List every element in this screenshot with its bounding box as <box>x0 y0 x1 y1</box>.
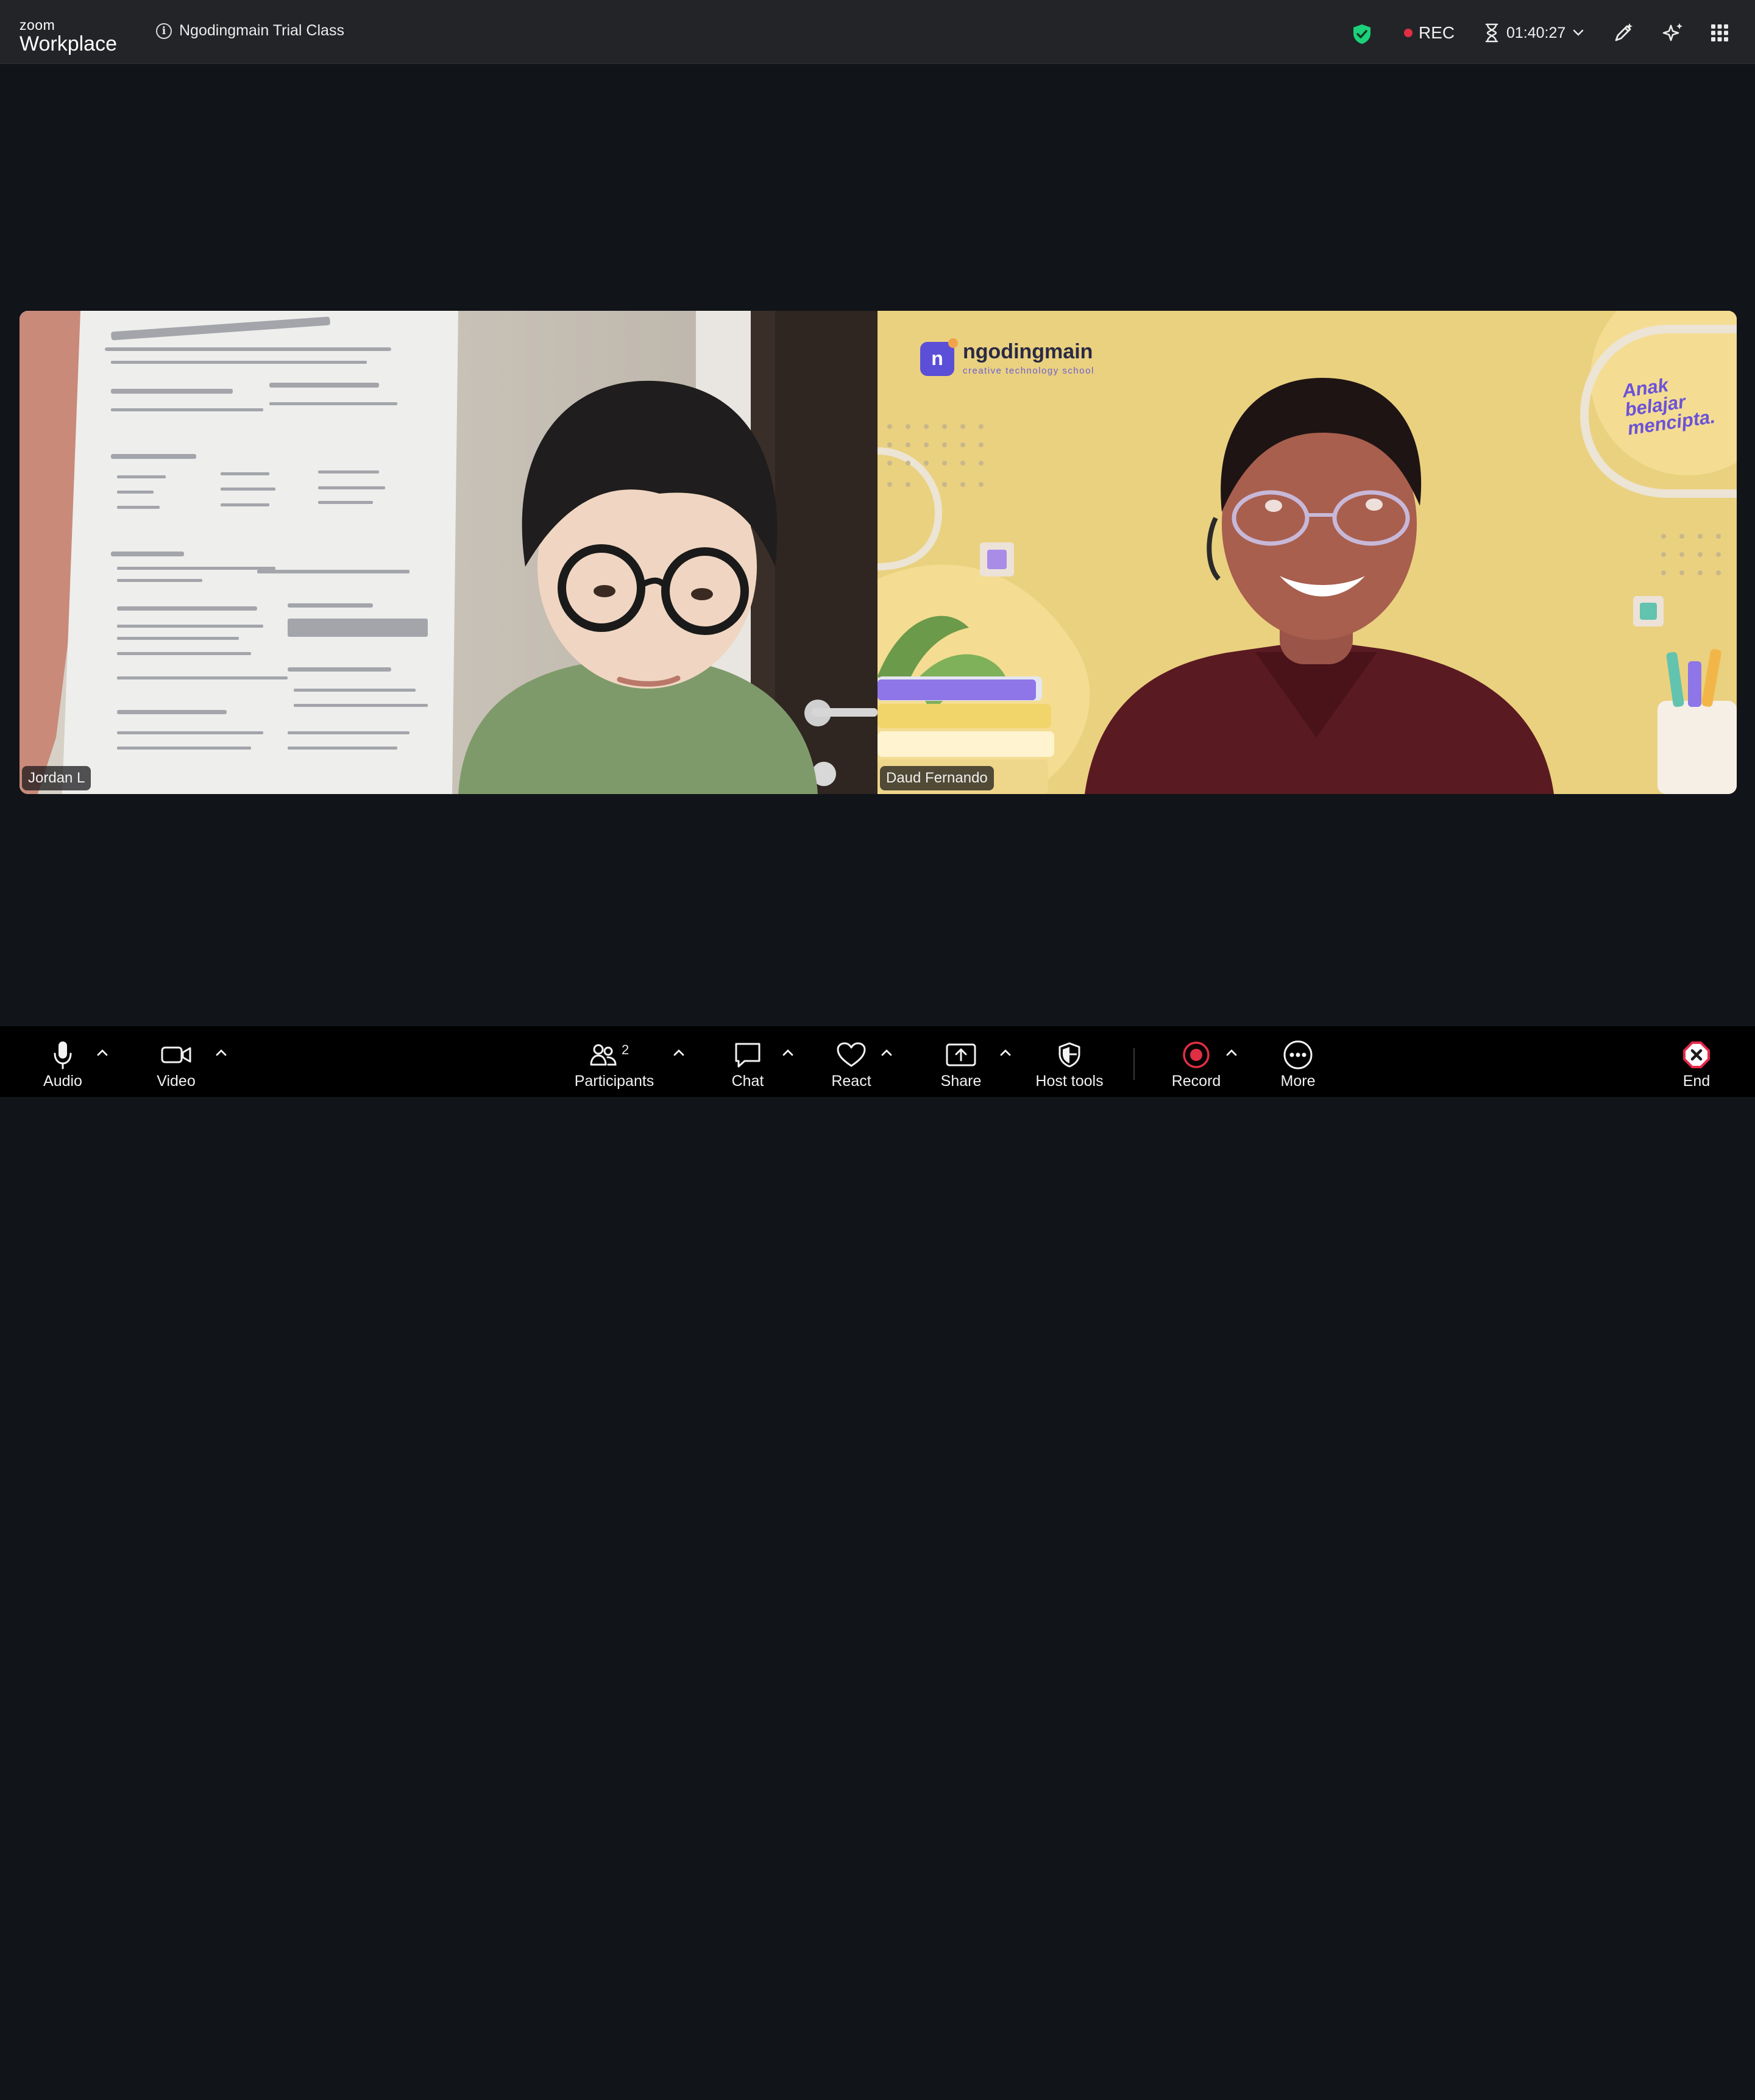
microphone-icon <box>54 1041 72 1070</box>
participant-name-jordan: Jordan L <box>22 766 91 790</box>
recording-dot-icon <box>1404 29 1413 37</box>
react-button[interactable]: React <box>806 1038 897 1090</box>
rec-label: REC <box>1419 23 1455 42</box>
recording-indicator[interactable]: REC <box>1404 23 1455 43</box>
host-tools-button[interactable]: Host tools <box>1024 1038 1115 1090</box>
end-meeting-button[interactable]: End <box>1651 1038 1742 1090</box>
participant-name-daud: Daud Fernando <box>880 766 994 790</box>
apps-grid-icon[interactable] <box>1711 24 1728 44</box>
timer-value: 01:40:27 <box>1506 24 1566 41</box>
chat-button[interactable]: Chat <box>702 1038 793 1090</box>
record-button[interactable]: Record <box>1150 1038 1242 1090</box>
participants-button[interactable]: 2 Participants <box>569 1038 660 1090</box>
top-bar: zoom Workplace i Ngodingmain Trial Class… <box>0 0 1755 64</box>
end-call-icon <box>1683 1041 1710 1068</box>
meeting-title: Ngodingmain Trial Class <box>179 22 344 39</box>
info-icon[interactable]: i <box>156 23 172 39</box>
background-slogan: Anak belajar mencipta. <box>1621 369 1717 439</box>
more-ellipsis-icon <box>1283 1040 1313 1070</box>
share-label: Share <box>940 1073 982 1090</box>
participants-icon <box>590 1044 617 1066</box>
share-options-chevron-up-icon[interactable] <box>999 1048 1012 1057</box>
chat-bubble-icon <box>735 1043 760 1068</box>
video-label: Video <box>157 1073 196 1090</box>
chat-label: Chat <box>731 1073 764 1090</box>
end-label: End <box>1682 1073 1711 1090</box>
host-shield-icon <box>1058 1042 1080 1068</box>
record-label: Record <box>1171 1073 1221 1090</box>
video-camera-icon <box>161 1046 191 1063</box>
chat-options-chevron-up-icon[interactable] <box>782 1048 794 1057</box>
toolbar-divider <box>1133 1048 1135 1080</box>
audio-label: Audio <box>43 1073 82 1090</box>
ngodingmain-logo-icon: n <box>920 338 958 376</box>
participants-label: Participants <box>574 1073 654 1090</box>
participants-count: 2 <box>622 1042 629 1057</box>
encryption-shield-icon[interactable] <box>1352 23 1372 48</box>
share-button[interactable]: Share <box>915 1038 1007 1090</box>
logo-big-text: Workplace <box>20 32 117 55</box>
brand-name: ngodingmain <box>963 340 1093 363</box>
audio-button[interactable]: Audio <box>17 1038 108 1090</box>
participants-options-chevron-up-icon[interactable] <box>673 1048 685 1057</box>
react-label: React <box>831 1073 871 1090</box>
chevron-down-icon[interactable] <box>1573 29 1584 37</box>
video-button[interactable]: Video <box>130 1038 222 1090</box>
video-tile-daud[interactable]: n ngodingmain creative technology school… <box>878 311 1737 794</box>
hourglass-icon <box>1485 23 1498 43</box>
react-options-chevron-up-icon[interactable] <box>881 1048 893 1057</box>
record-icon <box>1183 1041 1210 1068</box>
meeting-controls-toolbar: Audio Video 2 Participants Chat React Sh… <box>0 1026 1755 1097</box>
ai-companion-sparkle-icon[interactable] <box>1661 22 1684 48</box>
participant-video-feed <box>878 311 1737 794</box>
meeting-timer[interactable]: 01:40:27 <box>1484 23 1584 43</box>
annotate-pen-icon[interactable] <box>1612 22 1634 47</box>
share-screen-icon <box>946 1043 976 1066</box>
video-tile-jordan[interactable]: Jordan L <box>20 311 878 794</box>
record-options-chevron-up-icon[interactable] <box>1225 1048 1238 1057</box>
zoom-workplace-logo: zoom Workplace <box>20 17 117 55</box>
logo-small-text: zoom <box>20 17 55 33</box>
audio-options-chevron-up-icon[interactable] <box>93 2082 112 2100</box>
ngodingmain-brand-logo: n ngodingmain creative technology school <box>920 338 1094 376</box>
more-button[interactable]: More <box>1252 1038 1344 1090</box>
brand-tagline: creative technology school <box>963 366 1094 376</box>
participant-video-feed <box>20 311 878 794</box>
heart-icon <box>837 1042 866 1067</box>
meeting-info[interactable]: i Ngodingmain Trial Class <box>156 22 344 40</box>
more-label: More <box>1280 1073 1316 1090</box>
video-gallery: Jordan L n ngodingmain creative technolo… <box>20 311 1737 794</box>
host-tools-label: Host tools <box>1035 1073 1104 1090</box>
video-options-chevron-up-icon[interactable] <box>215 1048 227 1057</box>
audio-options-chevron-up-icon[interactable] <box>96 1048 108 1057</box>
